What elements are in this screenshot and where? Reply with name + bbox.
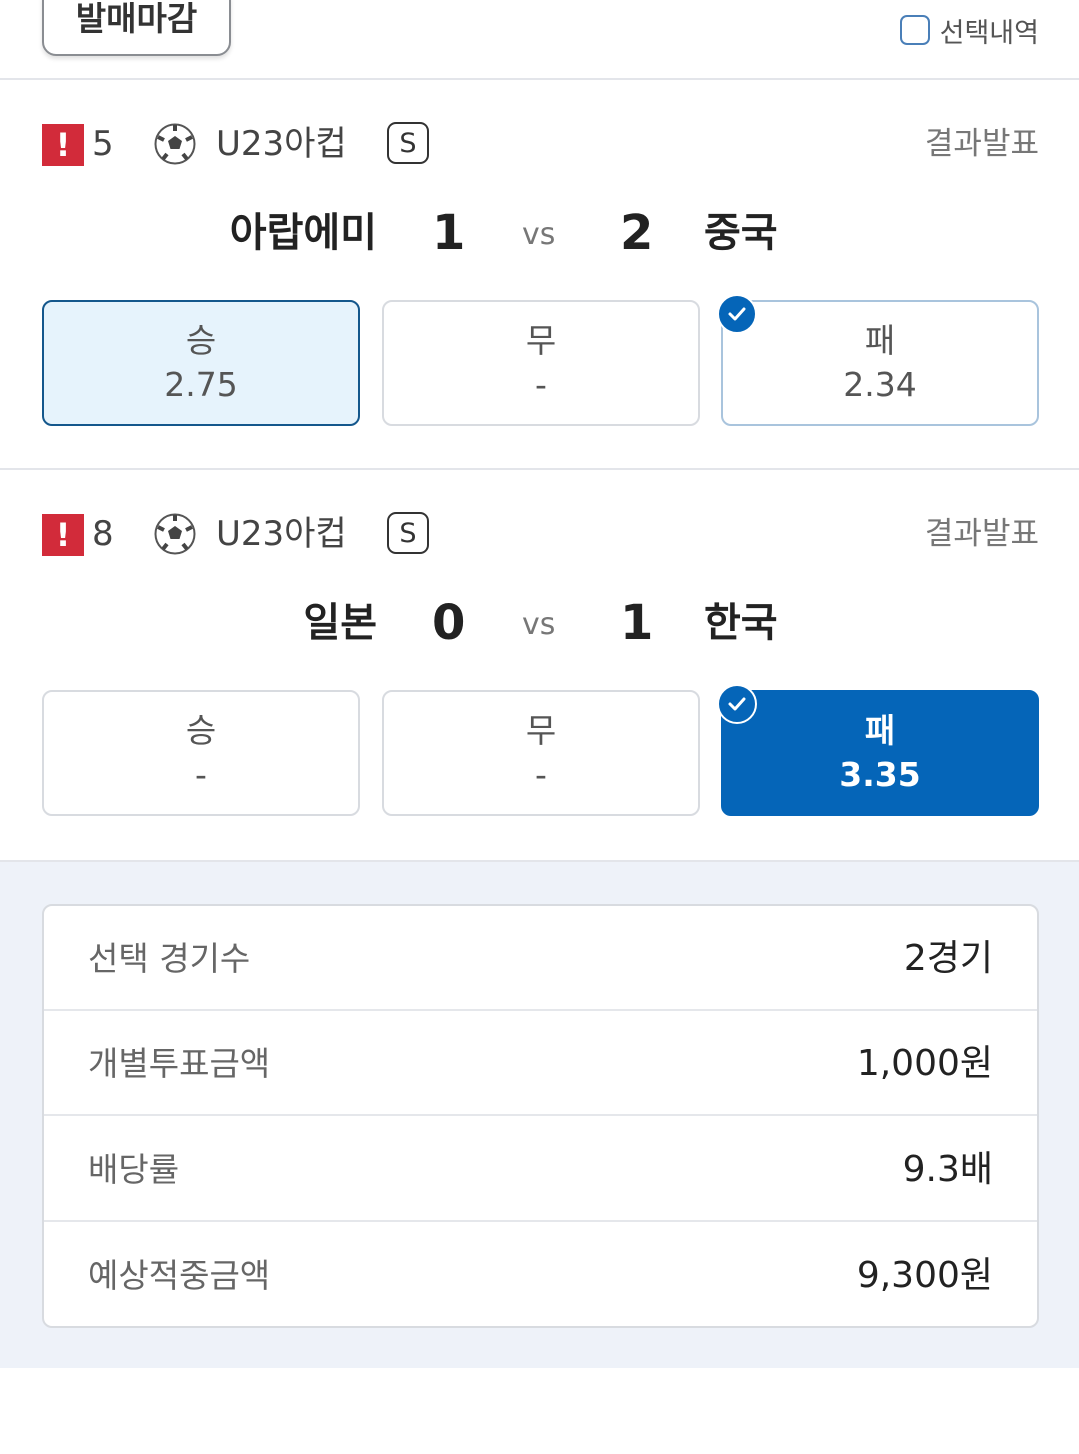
- odds-lose-button[interactable]: 패 2.34: [717, 294, 1039, 426]
- alert-icon: !: [42, 124, 84, 166]
- odds-value: -: [535, 755, 547, 794]
- vs-label: vs: [522, 217, 556, 252]
- summary-row-selected-games: 선택 경기수 2경기: [44, 906, 1037, 1011]
- home-score: 0: [432, 595, 466, 651]
- score-row: 일본 0 vs 1 한국: [0, 588, 1079, 658]
- summary-row-stake: 개별투표금액 1,000원: [44, 1011, 1037, 1116]
- odds-label: 무: [525, 711, 557, 750]
- summary-label: 선택 경기수: [88, 939, 251, 978]
- summary-row-odds: 배당률 9.3배: [44, 1117, 1037, 1222]
- home-team: 아랍에미: [229, 210, 377, 256]
- sale-closed-tab[interactable]: 발매마감: [42, 0, 231, 56]
- away-score: 1: [620, 595, 654, 651]
- odds-win-button[interactable]: 승 2.75: [42, 300, 360, 426]
- away-score: 2: [620, 205, 654, 261]
- result-status: 결과발표: [924, 516, 1039, 552]
- odds-value: 2.75: [164, 365, 238, 404]
- summary-value: 9,300원: [856, 1255, 993, 1296]
- odds-label: 무: [525, 321, 557, 360]
- home-team: 일본: [303, 600, 377, 646]
- s-badge: S: [387, 512, 429, 554]
- summary-label: 개별투표금액: [88, 1044, 271, 1083]
- s-badge: S: [387, 122, 429, 164]
- top-bar: 발매마감 선택내역: [0, 0, 1079, 80]
- checkmark-icon: [717, 684, 757, 724]
- match-meta: ! 5 U23아컵 S 결과발표: [42, 122, 1039, 166]
- summary-table: 선택 경기수 2경기 개별투표금액 1,000원 배당률 9.3배 예상적중금액…: [42, 904, 1039, 1328]
- game-number: 8: [92, 514, 114, 554]
- summary-value: 2경기: [903, 938, 993, 979]
- result-status: 결과발표: [924, 126, 1039, 162]
- selection-history-toggle[interactable]: 선택내역: [899, 10, 1039, 50]
- away-team: 한국: [704, 600, 778, 646]
- summary-section: 선택 경기수 2경기 개별투표금액 1,000원 배당률 9.3배 예상적중금액…: [0, 860, 1079, 1368]
- selection-history-checkbox[interactable]: [899, 15, 930, 45]
- summary-value: 9.3배: [902, 1149, 993, 1190]
- soccer-ball-icon: [154, 513, 196, 555]
- home-score: 1: [432, 205, 466, 261]
- away-team: 중국: [704, 210, 778, 256]
- odds-label: 패: [864, 321, 896, 360]
- league-name: U23아컵: [216, 124, 347, 164]
- game-number: 5: [92, 124, 114, 164]
- league-name: U23아컵: [216, 514, 347, 554]
- odds-row: 승 2.75 무 - 패 2.34: [42, 294, 1039, 426]
- odds-label: 승: [185, 321, 217, 360]
- odds-value: -: [195, 755, 207, 794]
- match-card: ! 8 U23아컵 S 결과발표 일본 0 vs 1 한국 승 - 무 - 패: [0, 470, 1079, 860]
- match-card: ! 5 U23아컵 S 결과발표 아랍에미 1 vs 2 중국 승 2.75 무…: [0, 80, 1079, 470]
- odds-row: 승 - 무 - 패 3.35: [42, 684, 1039, 816]
- odds-value: -: [535, 365, 547, 404]
- summary-value: 1,000원: [856, 1043, 993, 1084]
- odds-draw-button[interactable]: 무 -: [382, 690, 700, 816]
- checkmark-icon: [717, 294, 757, 334]
- summary-label: 배당률: [88, 1150, 180, 1189]
- match-meta: ! 8 U23아컵 S 결과발표: [42, 512, 1039, 556]
- score-row: 아랍에미 1 vs 2 중국: [0, 198, 1079, 268]
- odds-label: 패: [864, 711, 896, 750]
- vs-label: vs: [522, 607, 556, 642]
- summary-label: 예상적중금액: [88, 1256, 271, 1295]
- alert-icon: !: [42, 514, 84, 556]
- odds-draw-button[interactable]: 무 -: [382, 300, 700, 426]
- odds-label: 승: [185, 711, 217, 750]
- summary-row-expected-payout: 예상적중금액 9,300원: [44, 1223, 1037, 1326]
- odds-lose-button[interactable]: 패 3.35: [717, 684, 1039, 816]
- soccer-ball-icon: [154, 123, 196, 165]
- selection-history-label: 선택내역: [939, 17, 1039, 49]
- odds-win-button[interactable]: 승 -: [42, 690, 360, 816]
- odds-value: 2.34: [843, 365, 917, 404]
- odds-value: 3.35: [839, 755, 921, 794]
